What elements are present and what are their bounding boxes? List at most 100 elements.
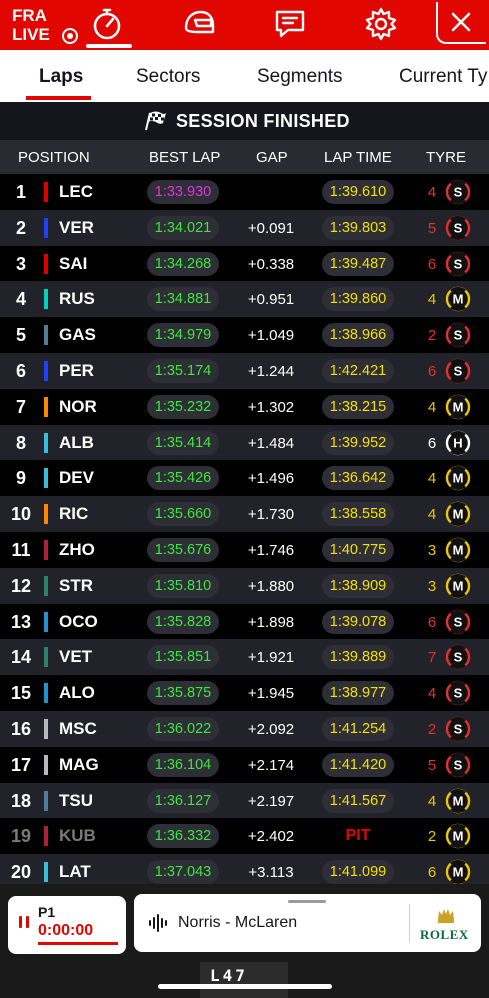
rolex-crown-icon: [438, 909, 454, 923]
tyre-letter: S: [454, 721, 463, 736]
bottom-panel: P1 0:00:00 Norris - McLaren ROLEX L47: [0, 884, 489, 998]
best-lap: 1:35.660: [147, 502, 219, 527]
team-color-bar: [44, 253, 48, 274]
team-radio-card[interactable]: Norris - McLaren ROLEX: [134, 894, 481, 952]
top-bar: FRA LIVE: [0, 0, 489, 50]
tyre-age: 5: [427, 756, 437, 774]
team-color-bar: [44, 504, 48, 525]
position: 3: [15, 253, 26, 274]
driver-code: SAI: [59, 253, 88, 273]
gap-to-leader: +1.730: [247, 506, 295, 524]
team-color-bar: [44, 826, 48, 847]
audio-wave-icon: [149, 914, 167, 932]
driver-code: MSC: [59, 718, 97, 738]
header-position: POSITION: [18, 149, 90, 166]
tyre-compound-icon: M: [445, 788, 471, 813]
gap-to-leader: +2.402: [247, 828, 295, 846]
helmet-icon[interactable]: [181, 6, 217, 42]
tyre-age: 4: [427, 506, 437, 524]
table-row[interactable]: 3 SAI 1:34.268 +0.338 1:39.487 6 S: [0, 245, 489, 282]
gap-to-leader: +1.496: [247, 470, 295, 488]
team-color-bar: [44, 718, 48, 739]
driver-code: RUS: [59, 289, 95, 309]
tab-segments[interactable]: Segments: [257, 66, 343, 88]
live-badge[interactable]: FRA LIVE: [12, 6, 50, 44]
drag-handle[interactable]: [288, 900, 326, 903]
table-row[interactable]: 4 RUS 1:34.881 +0.951 1:39.860 4 M: [0, 281, 489, 318]
tyre-age: 4: [427, 685, 437, 703]
position: 13: [10, 611, 32, 632]
driver-code: NOR: [59, 396, 97, 416]
best-lap: 1:35.426: [147, 466, 219, 491]
table-row[interactable]: 10 RIC 1:35.660 +1.730 1:38.558 4 M: [0, 496, 489, 532]
tyre-age: 4: [427, 792, 437, 810]
tyre-compound-icon: S: [445, 609, 471, 634]
table-row[interactable]: 5 GAS 1:34.979 +1.049 1:38.966 2 S: [0, 317, 489, 353]
best-lap: 1:36.104: [147, 752, 219, 777]
tyre-letter: M: [453, 578, 464, 593]
chat-icon[interactable]: [272, 6, 308, 42]
driver-code: DEV: [59, 468, 94, 488]
best-lap: 1:35.851: [147, 645, 219, 670]
tyre-compound-icon: S: [445, 251, 471, 276]
timer-icon[interactable]: [89, 6, 125, 42]
timing-table: 1 LEC 1:33.930 1:39.610 4 S 2 VER 1:34.021 +0.091…: [0, 174, 489, 890]
position: 20: [10, 862, 32, 883]
tyre-compound-icon: S: [445, 215, 471, 240]
last-lap-time: 1:39.487: [322, 251, 394, 276]
driver-code: ALB: [59, 432, 94, 452]
gap-to-leader: +1.898: [247, 613, 295, 631]
close-button[interactable]: [436, 2, 486, 44]
gap-to-leader: +2.174: [247, 756, 295, 774]
tyre-compound-icon: S: [445, 179, 471, 205]
home-indicator[interactable]: [158, 984, 332, 989]
best-lap: 1:34.021: [147, 215, 219, 240]
session-clock-card[interactable]: P1 0:00:00: [8, 896, 126, 954]
table-row[interactable]: 7 NOR 1:35.232 +1.302 1:38.215 4 M: [0, 388, 489, 425]
tyre-compound-icon: M: [445, 287, 471, 312]
tyre-age: 2: [427, 720, 437, 738]
tyre-compound-icon: S: [445, 752, 471, 777]
table-row[interactable]: 9 DEV 1:35.426 +1.496 1:36.642 4 M: [0, 460, 489, 497]
driver-code: GAS: [59, 325, 96, 345]
table-row[interactable]: 11 ZHO 1:35.676 +1.746 1:40.775 3 M: [0, 531, 489, 568]
table-row[interactable]: 16 MSC 1:36.022 +2.092 1:41.254 2 S: [0, 710, 489, 747]
table-row[interactable]: 19 KUB 1:36.332 +2.402 PIT 2 M: [0, 818, 489, 855]
tab-sectors[interactable]: Sectors: [136, 66, 200, 88]
table-row[interactable]: 15 ALO 1:35.875 +1.945 1:38.977 4 S: [0, 675, 489, 711]
position: 7: [15, 396, 26, 417]
gear-icon[interactable]: [363, 6, 399, 42]
tyre-letter: S: [454, 363, 463, 378]
position: 5: [15, 325, 26, 346]
tyre-letter: S: [454, 328, 463, 343]
tab-laps[interactable]: Laps: [39, 66, 83, 88]
gap-to-leader: +1.746: [247, 541, 295, 559]
best-lap: 1:36.332: [147, 824, 219, 849]
table-row[interactable]: 2 VER 1:34.021 +0.091 1:39.803 5 S: [0, 209, 489, 246]
table-row[interactable]: 18 TSU 1:36.127 +2.197 1:41.567 4 M: [0, 782, 489, 819]
table-row[interactable]: 6 PER 1:35.174 +1.244 1:42.421 6 S: [0, 352, 489, 389]
tyre-compound-icon: S: [445, 645, 471, 670]
last-lap-time: 1:41.567: [322, 788, 394, 813]
tab-current-tyres[interactable]: Current Ty: [399, 66, 487, 88]
tyre-age: 2: [427, 828, 437, 846]
tyre-letter: S: [454, 650, 463, 665]
team-color-bar: [44, 396, 48, 417]
table-row[interactable]: 17 MAG 1:36.104 +2.174 1:41.420 5 S: [0, 746, 489, 783]
table-row[interactable]: 12 STR 1:35.810 +1.880 1:38.909 3 M: [0, 567, 489, 604]
position: 2: [15, 217, 26, 238]
table-row[interactable]: 14 VET 1:35.851 +1.921 1:39.889 7 S: [0, 639, 489, 676]
table-row[interactable]: 8 ALB 1:35.414 +1.484 1:39.952 6 H: [0, 424, 489, 461]
team-color-bar: [44, 862, 48, 883]
position: 6: [15, 360, 26, 381]
tyre-age: 3: [427, 541, 437, 559]
table-row[interactable]: 1 LEC 1:33.930 1:39.610 4 S: [0, 174, 489, 210]
tyre-age: 2: [427, 327, 437, 345]
best-lap: 1:35.875: [147, 681, 219, 706]
checkered-flag-icon: [145, 111, 166, 131]
gap-to-leader: +2.092: [247, 720, 295, 738]
table-row[interactable]: 13 OCO 1:35.828 +1.898 1:39.078 6 S: [0, 603, 489, 640]
last-lap-time: 1:39.803: [322, 215, 394, 240]
team-color-bar: [44, 790, 48, 811]
team-color-bar: [44, 182, 48, 202]
